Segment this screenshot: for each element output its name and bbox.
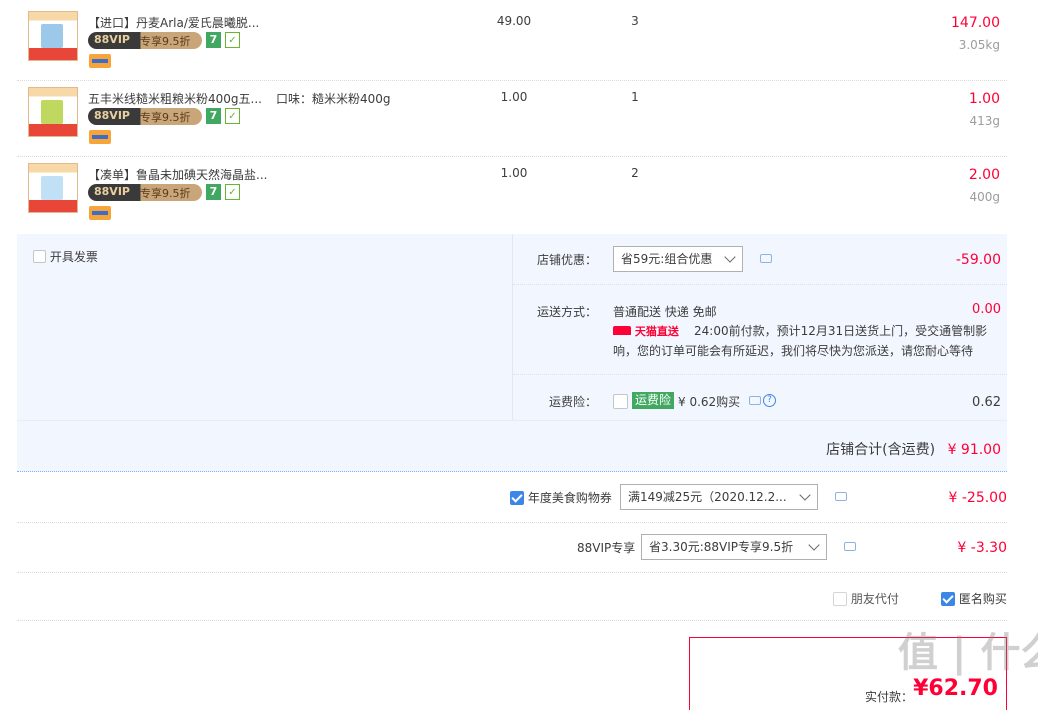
chevron-down-icon	[808, 539, 820, 551]
invoice-option[interactable]: 开具发票	[33, 248, 98, 265]
store-total-amount: ¥ 91.00	[947, 442, 1001, 458]
message-icon[interactable]	[835, 492, 847, 501]
coupon-select[interactable]: 满149减25元（2020.12.2...	[620, 484, 818, 510]
store-total-label: 店铺合计(含运费)	[826, 442, 936, 458]
invoice-label: 开具发票	[49, 250, 98, 264]
divider	[17, 420, 1007, 421]
order-item-row: 【凑单】鲁晶未加碘天然海晶盐... 88VIP 专享9.5折 7 ✓ 1.00 2…	[17, 156, 1007, 232]
divider	[512, 234, 513, 420]
item-subtotal: 2.00	[968, 167, 1000, 183]
store-discount-label: 店铺优惠：	[537, 253, 598, 267]
88vip-badge: 88VIP 专享9.5折	[88, 108, 202, 125]
coupon-checkbox[interactable]	[510, 491, 524, 505]
item-weight: 413g	[969, 114, 1000, 128]
product-thumbnail[interactable]	[28, 163, 78, 213]
item-weight: 3.05kg	[958, 38, 1000, 52]
store-options-panel: 开具发票 店铺优惠： 省59元:组合优惠 -59.00 运送方式： 普通配送 快…	[17, 234, 1007, 472]
88vip-badge: 88VIP 专享9.5折	[88, 184, 202, 201]
freight-insurance-amount: 0.62	[972, 395, 1001, 410]
help-icon[interactable]: ?	[763, 394, 776, 407]
divider	[513, 284, 1007, 285]
order-item-row: 【进口】丹麦Arla/爱氏晨曦脱... 88VIP 专享9.5折 7 ✓ 49.0…	[17, 4, 1007, 81]
divider	[17, 572, 1007, 573]
quantity: 1	[631, 90, 639, 104]
shipping-label: 运送方式：	[537, 305, 598, 319]
unit-price: 1.00	[500, 90, 528, 104]
order-item-row: 五丰米线糙米粗粮米粉400g五... 口味：糙米米粉400g 88VIP 专享9.5…	[17, 80, 1007, 157]
quantity: 3	[631, 14, 639, 28]
chevron-down-icon	[799, 489, 811, 501]
shipping-amount: 0.00	[972, 302, 1001, 317]
anonymous-option[interactable]: 匿名购买	[941, 590, 1007, 607]
tmall-logo-icon	[613, 326, 631, 335]
vip-label: 88VIP专享	[577, 541, 636, 555]
shipping-method: 普通配送 快递 免邮	[613, 305, 717, 319]
item-subtotal: 1.00	[968, 91, 1000, 107]
message-icon[interactable]	[760, 254, 772, 263]
freight-insurance-price: ¥ 0.62购买	[678, 395, 741, 409]
vip-amount: ¥ -3.30	[957, 540, 1007, 556]
shipping-note-line1: 24:00前付款，预计12月31日送货上门，受交通管制影	[694, 324, 988, 338]
seven-day-return-icon: 7	[206, 32, 221, 48]
service-tag-icon	[89, 54, 111, 68]
coupon-amount: ¥ -25.00	[948, 490, 1008, 506]
vip-select[interactable]: 省3.30元:88VIP专享9.5折	[641, 534, 827, 560]
freight-insurance-tag: 运费险	[632, 392, 675, 409]
chevron-down-icon	[724, 251, 736, 263]
guarantee-icon: ✓	[225, 108, 240, 124]
store-total: 店铺合计(含运费) ¥ 91.00	[826, 439, 1001, 459]
store-discount-amount: -59.00	[955, 252, 1001, 268]
coupon-label: 年度美食购物券	[527, 491, 612, 505]
unit-price: 49.00	[496, 14, 532, 28]
friend-pay-checkbox[interactable]	[833, 592, 847, 606]
quantity: 2	[631, 166, 639, 180]
service-tag-icon	[89, 206, 111, 220]
item-weight: 400g	[969, 190, 1000, 204]
anonymous-checkbox[interactable]	[941, 592, 955, 606]
freight-insurance-checkbox[interactable]	[613, 394, 628, 409]
coupon-option[interactable]: 年度美食购物券	[510, 489, 612, 506]
friend-pay-label: 朋友代付	[850, 592, 899, 606]
product-name[interactable]: 【凑单】鲁晶未加碘天然海晶盐...	[88, 166, 281, 183]
product-sku: 口味：糙米米粉400g	[275, 92, 391, 106]
seven-day-return-icon: 7	[206, 184, 221, 200]
tmall-direct-tag: 天猫直送	[613, 323, 679, 339]
freight-insurance-label: 运费险：	[549, 395, 598, 409]
service-tag-icon	[89, 130, 111, 144]
product-name[interactable]: 【进口】丹麦Arla/爱氏晨曦脱...	[88, 14, 273, 31]
divider	[513, 374, 1007, 375]
item-subtotal: 147.00	[951, 15, 1000, 31]
guarantee-icon: ✓	[225, 184, 240, 200]
product-thumbnail[interactable]	[28, 11, 78, 61]
anonymous-label: 匿名购买	[958, 592, 1007, 606]
divider	[17, 522, 1007, 523]
message-icon[interactable]	[844, 542, 856, 551]
watermark-logo: 值 | 什么值得买	[898, 630, 1038, 676]
message-icon[interactable]	[749, 396, 761, 405]
friend-pay-option[interactable]: 朋友代付	[833, 590, 899, 607]
shipping-note-line2: 响，您的订单可能会有所延迟，我们将尽快为您派送，请您耐心等待	[613, 344, 974, 358]
product-name[interactable]: 五丰米线糙米粗粮米粉400g五... 口味：糙米米粉400g	[88, 90, 391, 107]
88vip-badge: 88VIP 专享9.5折	[88, 32, 202, 49]
guarantee-icon: ✓	[225, 32, 240, 48]
product-thumbnail[interactable]	[28, 87, 78, 137]
invoice-checkbox[interactable]	[33, 250, 46, 263]
unit-price: 1.00	[500, 166, 528, 180]
store-discount-select[interactable]: 省59元:组合优惠	[613, 246, 743, 272]
divider	[17, 620, 1007, 621]
seven-day-return-icon: 7	[206, 108, 221, 124]
